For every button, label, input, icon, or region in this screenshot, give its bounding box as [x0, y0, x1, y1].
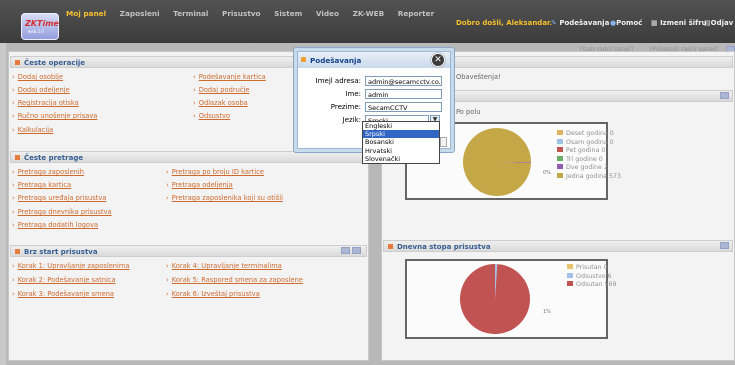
- dialog-title: Podešavanja: [298, 52, 450, 68]
- language-option[interactable]: Bosanski: [363, 138, 439, 146]
- surname-field[interactable]: SecamCCTV: [365, 102, 442, 112]
- dialog-scroll-button[interactable]: [440, 137, 447, 147]
- name-field[interactable]: admin: [365, 89, 442, 99]
- surname-label: Prezime:: [330, 103, 361, 111]
- language-option-selected[interactable]: Srpski: [363, 130, 439, 139]
- language-option[interactable]: Engleski: [363, 122, 439, 130]
- language-dropdown: Engleski Srpski Bosanski Hrvatski Sloven…: [362, 121, 440, 164]
- language-option[interactable]: Slovenački: [363, 155, 439, 163]
- name-label: Ime:: [345, 90, 361, 98]
- language-label: Jezik:: [342, 116, 361, 124]
- email-field[interactable]: admin@secamcctv.co.rs: [365, 76, 442, 86]
- email-label: Imejl adresa:: [315, 77, 361, 85]
- close-icon[interactable]: ✕: [431, 53, 445, 67]
- language-option[interactable]: Hrvatski: [363, 147, 439, 155]
